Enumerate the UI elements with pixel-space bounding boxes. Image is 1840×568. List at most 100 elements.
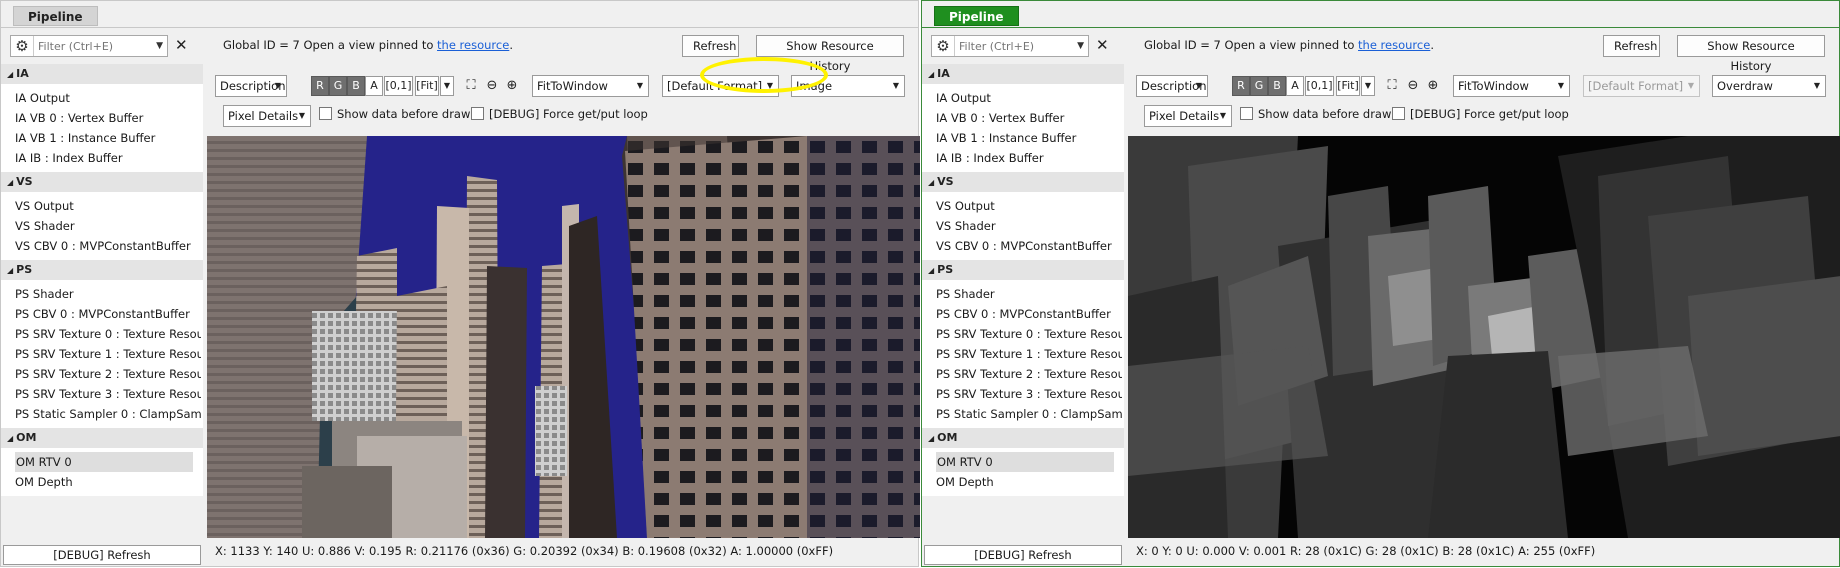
zoom-in-icon[interactable]: ⊕ bbox=[1424, 77, 1442, 95]
zoom-out-icon[interactable]: ⊖ bbox=[483, 77, 501, 95]
tree-item-om-rtv0[interactable]: OM RTV 0 bbox=[15, 452, 193, 472]
gear-icon[interactable]: ⚙ bbox=[13, 37, 31, 55]
section-om[interactable]: ◢ OM bbox=[1, 428, 203, 448]
tree-item-ps-sampler0[interactable]: PS Static Sampler 0 : ClampSamp bbox=[1, 404, 201, 424]
tree-item-vs-output[interactable]: VS Output bbox=[922, 196, 1122, 216]
close-icon[interactable]: ✕ bbox=[1096, 36, 1109, 54]
section-ia[interactable]: ◢ IA bbox=[1, 64, 203, 84]
channel-b-toggle[interactable]: B bbox=[1268, 76, 1286, 96]
pixel-details-select[interactable]: Pixel Details ▼ bbox=[1144, 105, 1232, 127]
channel-a-toggle[interactable]: A bbox=[1286, 76, 1304, 96]
tree-item-ps-srv0[interactable]: PS SRV Texture 0 : Texture Resou bbox=[1, 324, 201, 344]
section-ia[interactable]: ◢ IA bbox=[922, 64, 1124, 84]
close-icon[interactable]: ✕ bbox=[175, 36, 188, 54]
format-select[interactable]: [Default Format] ▼ bbox=[1583, 75, 1700, 97]
show-resource-history-button[interactable]: Show Resource History bbox=[1677, 35, 1825, 73]
tree-item-ps-srv2[interactable]: PS SRV Texture 2 : Texture Resou bbox=[1, 364, 201, 384]
section-vs[interactable]: ◢ VS bbox=[1, 172, 203, 192]
range-toggle[interactable]: [0,1] bbox=[384, 76, 413, 96]
tree-item-om-depth[interactable]: OM Depth bbox=[922, 472, 1122, 492]
render-target-image[interactable] bbox=[207, 136, 920, 538]
collapse-triangle-icon[interactable]: ◢ bbox=[7, 434, 13, 443]
collapse-triangle-icon[interactable]: ◢ bbox=[928, 70, 934, 79]
resource-link[interactable]: the resource bbox=[437, 38, 509, 52]
chevron-down-icon[interactable]: ▼ bbox=[1077, 36, 1084, 56]
tree-item-vs-output[interactable]: VS Output bbox=[1, 196, 201, 216]
tree-item-ia-output[interactable]: IA Output bbox=[922, 88, 1122, 108]
fit-toggle[interactable]: [Fit] bbox=[415, 76, 439, 96]
section-ps[interactable]: ◢ PS bbox=[1, 260, 203, 280]
show-data-before-draw-checkbox[interactable]: Show data before draw bbox=[1240, 107, 1391, 121]
collapse-triangle-icon[interactable]: ◢ bbox=[7, 70, 13, 79]
view-mode-select[interactable]: Overdraw ▼ bbox=[1712, 75, 1826, 97]
zoom-in-icon[interactable]: ⊕ bbox=[503, 77, 521, 95]
tree-item-ps-srv0[interactable]: PS SRV Texture 0 : Texture Resou bbox=[922, 324, 1122, 344]
description-select[interactable]: Description ▼ bbox=[1136, 75, 1208, 97]
collapse-triangle-icon[interactable]: ◢ bbox=[928, 178, 934, 187]
tree-item-ps-srv1[interactable]: PS SRV Texture 1 : Texture Resou bbox=[1, 344, 201, 364]
show-resource-history-button[interactable]: Show Resource History bbox=[756, 35, 904, 73]
filter-box[interactable]: ⚙ ▼ bbox=[931, 35, 1089, 57]
force-get-put-loop-checkbox[interactable]: [DEBUG] Force get/put loop bbox=[471, 107, 648, 121]
filter-input[interactable] bbox=[33, 36, 145, 56]
channel-r-toggle[interactable]: R bbox=[311, 76, 329, 96]
channel-g-toggle[interactable]: G bbox=[329, 76, 347, 96]
force-get-put-loop-checkbox[interactable]: [DEBUG] Force get/put loop bbox=[1392, 107, 1569, 121]
collapse-triangle-icon[interactable]: ◢ bbox=[7, 178, 13, 187]
zoom-out-icon[interactable]: ⊖ bbox=[1404, 77, 1422, 95]
zoom-mode-select[interactable]: FitToWindow ▼ bbox=[1453, 75, 1570, 97]
tree-item-ps-srv1[interactable]: PS SRV Texture 1 : Texture Resou bbox=[922, 344, 1122, 364]
tree-item-ps-sampler0[interactable]: PS Static Sampler 0 : ClampSamp bbox=[922, 404, 1122, 424]
chevron-down-icon[interactable]: ▼ bbox=[440, 76, 454, 96]
tree-item-ia-ib[interactable]: IA IB : Index Buffer bbox=[922, 148, 1122, 168]
tree-item-ps-cbv0[interactable]: PS CBV 0 : MVPConstantBuffer bbox=[1, 304, 201, 324]
collapse-triangle-icon[interactable]: ◢ bbox=[928, 434, 934, 443]
pixel-details-select[interactable]: Pixel Details ▼ bbox=[223, 105, 311, 127]
chevron-down-icon[interactable]: ▼ bbox=[156, 36, 163, 56]
gear-icon[interactable]: ⚙ bbox=[934, 37, 952, 55]
refresh-button[interactable]: Refresh bbox=[1603, 35, 1660, 57]
section-ps[interactable]: ◢ PS bbox=[922, 260, 1124, 280]
fit-to-window-icon[interactable]: ⛶ bbox=[462, 77, 480, 95]
section-om[interactable]: ◢ OM bbox=[922, 428, 1124, 448]
tree-item-ps-srv3[interactable]: PS SRV Texture 3 : Texture Resou bbox=[922, 384, 1122, 404]
tree-item-om-rtv0[interactable]: OM RTV 0 bbox=[936, 452, 1114, 472]
tree-item-ps-srv2[interactable]: PS SRV Texture 2 : Texture Resou bbox=[922, 364, 1122, 384]
tree-item-ia-vb1[interactable]: IA VB 1 : Instance Buffer bbox=[922, 128, 1122, 148]
range-toggle[interactable]: [0,1] bbox=[1305, 76, 1334, 96]
chevron-down-icon[interactable]: ▼ bbox=[1361, 76, 1375, 96]
tree-item-ps-cbv0[interactable]: PS CBV 0 : MVPConstantBuffer bbox=[922, 304, 1122, 324]
channel-a-toggle[interactable]: A bbox=[365, 76, 383, 96]
refresh-button[interactable]: Refresh bbox=[682, 35, 739, 57]
section-vs[interactable]: ◢ VS bbox=[922, 172, 1124, 192]
tree-item-ps-srv3[interactable]: PS SRV Texture 3 : Texture Resou bbox=[1, 384, 201, 404]
collapse-triangle-icon[interactable]: ◢ bbox=[928, 266, 934, 275]
tree-item-ia-vb1[interactable]: IA VB 1 : Instance Buffer bbox=[1, 128, 201, 148]
overdraw-image[interactable] bbox=[1128, 136, 1840, 538]
debug-refresh-button[interactable]: [DEBUG] Refresh bbox=[924, 545, 1122, 565]
fit-to-window-icon[interactable]: ⛶ bbox=[1383, 77, 1401, 95]
tree-item-ps-shader[interactable]: PS Shader bbox=[1, 284, 201, 304]
tab-pipeline[interactable]: Pipeline bbox=[13, 6, 98, 26]
filter-box[interactable]: ⚙ ▼ bbox=[10, 35, 168, 57]
tree-item-vs-cbv0[interactable]: VS CBV 0 : MVPConstantBuffer bbox=[922, 236, 1122, 256]
channel-b-toggle[interactable]: B bbox=[347, 76, 365, 96]
tree-item-ps-shader[interactable]: PS Shader bbox=[922, 284, 1122, 304]
tree-item-ia-ib[interactable]: IA IB : Index Buffer bbox=[1, 148, 201, 168]
channel-r-toggle[interactable]: R bbox=[1232, 76, 1250, 96]
channel-g-toggle[interactable]: G bbox=[1250, 76, 1268, 96]
filter-input[interactable] bbox=[954, 36, 1066, 56]
tree-item-om-depth[interactable]: OM Depth bbox=[1, 472, 201, 492]
debug-refresh-button[interactable]: [DEBUG] Refresh bbox=[3, 545, 201, 565]
tab-pipeline-active[interactable]: Pipeline bbox=[934, 6, 1019, 26]
collapse-triangle-icon[interactable]: ◢ bbox=[7, 266, 13, 275]
tree-item-ia-vb0[interactable]: IA VB 0 : Vertex Buffer bbox=[1, 108, 201, 128]
tree-item-vs-shader[interactable]: VS Shader bbox=[1, 216, 201, 236]
tree-item-ia-output[interactable]: IA Output bbox=[1, 88, 201, 108]
fit-toggle[interactable]: [Fit] bbox=[1336, 76, 1360, 96]
zoom-mode-select[interactable]: FitToWindow ▼ bbox=[532, 75, 649, 97]
tree-item-vs-shader[interactable]: VS Shader bbox=[922, 216, 1122, 236]
tree-item-ia-vb0[interactable]: IA VB 0 : Vertex Buffer bbox=[922, 108, 1122, 128]
show-data-before-draw-checkbox[interactable]: Show data before draw bbox=[319, 107, 470, 121]
description-select[interactable]: Description ▼ bbox=[215, 75, 287, 97]
